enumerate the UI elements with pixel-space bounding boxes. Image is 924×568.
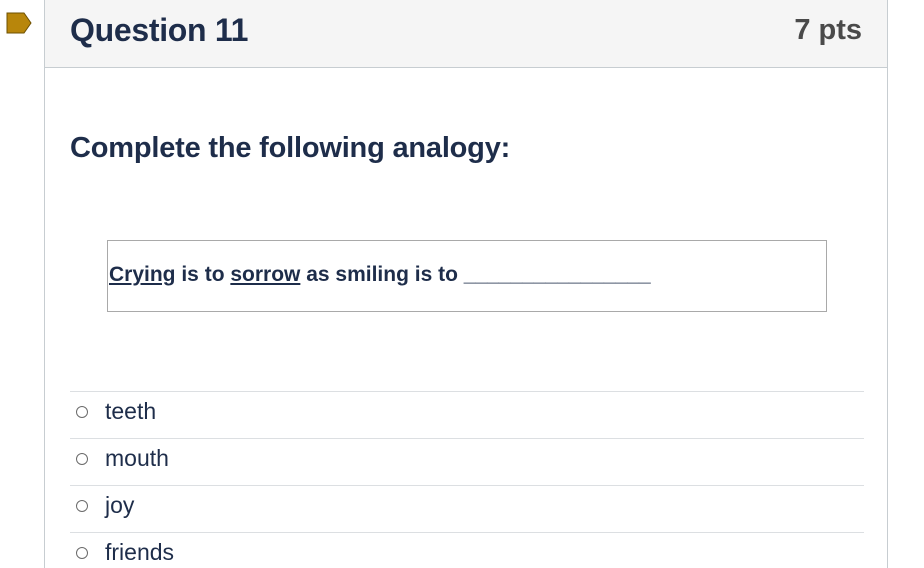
answer-list: teeth mouth joy friends xyxy=(70,391,864,568)
analogy-connector-2: as smiling is to xyxy=(300,263,464,286)
analogy-word-1: Crying xyxy=(109,263,176,286)
question-points: 7 pts xyxy=(794,14,862,46)
analogy-text: Crying is to sorrow as smiling is to ___… xyxy=(109,263,651,287)
answer-label: friends xyxy=(105,539,175,565)
analogy-blank: ________________ xyxy=(463,263,651,286)
analogy-word-2: sorrow xyxy=(230,263,301,286)
question-header: Question 11 7 pts xyxy=(45,0,887,68)
question-card: Question 11 7 pts Complete the following… xyxy=(44,0,888,568)
bookmark-flag-icon[interactable] xyxy=(6,12,32,34)
analogy-box: Crying is to sorrow as smiling is to ___… xyxy=(107,240,827,312)
answer-option[interactable]: mouth xyxy=(70,438,864,485)
analogy-connector-1: is to xyxy=(175,263,231,286)
answer-option[interactable]: teeth xyxy=(70,391,864,438)
answer-label: joy xyxy=(105,492,135,518)
radio-button[interactable] xyxy=(76,453,88,465)
quiz-page: Question 11 7 pts Complete the following… xyxy=(0,0,924,568)
radio-button[interactable] xyxy=(76,406,88,418)
answer-option[interactable]: joy xyxy=(70,485,864,532)
answer-option[interactable]: friends xyxy=(70,532,864,568)
radio-button[interactable] xyxy=(76,500,88,512)
radio-button[interactable] xyxy=(76,547,88,559)
answer-label: mouth xyxy=(105,445,169,471)
question-prompt: Complete the following analogy: xyxy=(70,132,511,164)
answer-label: teeth xyxy=(105,398,157,424)
question-title: Question 11 xyxy=(70,12,249,48)
